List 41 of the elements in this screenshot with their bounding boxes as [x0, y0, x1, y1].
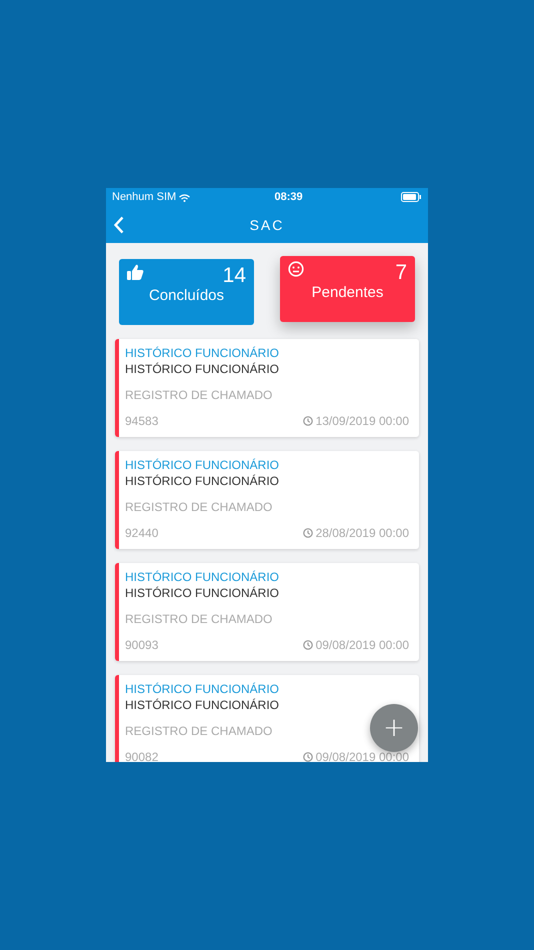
ticket-number: 90082	[125, 750, 158, 762]
summary-label: Concluídos	[148, 287, 224, 304]
wifi-icon	[179, 194, 190, 202]
face-icon	[288, 261, 304, 277]
ticket-date: 09/08/2019 00:00	[316, 638, 409, 652]
ticket-title: HISTÓRICO FUNCIONÁRIO	[125, 474, 280, 488]
ticket-category: HISTÓRICO FUNCIONÁRIO	[125, 570, 280, 584]
summary-card[interactable]: 7 Pendentes	[280, 256, 415, 322]
summary-card[interactable]: 14 Concluídos	[119, 259, 254, 325]
ticket-category: HISTÓRICO FUNCIONÁRIO	[125, 682, 280, 696]
ticket-title: HISTÓRICO FUNCIONÁRIO	[125, 586, 280, 600]
screen-title: SAC	[250, 216, 284, 232]
clock-icon	[302, 752, 313, 762]
ticket-number: 94583	[125, 414, 158, 428]
thumbs-up-icon	[127, 264, 144, 280]
count-label: 7	[395, 261, 407, 285]
ticket-type: REGISTRO DE CHAMADO	[125, 500, 272, 514]
battery-icon	[401, 192, 422, 202]
clock-time: 08:39	[274, 191, 303, 203]
summary-label: Pendentes	[312, 284, 384, 301]
clock-icon	[302, 640, 313, 650]
ticket-card[interactable]: HISTÓRICO FUNCIONÁRIO HISTÓRICO FUNCIONÁRIO REGISTRO DE CHAMADO 92440 28/08/2019 00:00	[115, 451, 419, 549]
ticket-title: HISTÓRICO FUNCIONÁRIO	[125, 698, 280, 712]
ticket-type: REGISTRO DE CHAMADO	[125, 388, 272, 402]
clock-icon	[302, 528, 313, 538]
ticket-date: 28/08/2019 00:00	[316, 526, 409, 540]
clock-icon	[302, 416, 313, 426]
back-button[interactable]	[112, 214, 126, 236]
ticket-type: REGISTRO DE CHAMADO	[125, 612, 272, 626]
ticket-card[interactable]: HISTÓRICO FUNCIONÁRIO HISTÓRICO FUNCIONÁRIO REGISTRO DE CHAMADO 90093 09/08/2019 00:00	[115, 563, 419, 661]
ticket-number: 90093	[125, 638, 158, 652]
ticket-category: HISTÓRICO FUNCIONÁRIO	[125, 346, 280, 360]
ticket-type: REGISTRO DE CHAMADO	[125, 724, 272, 738]
ticket-date: 09/08/2019 00:00	[316, 750, 409, 762]
ticket-title: HISTÓRICO FUNCIONÁRIO	[125, 362, 280, 376]
ticket-date: 13/09/2019 00:00	[316, 414, 409, 428]
ticket-number: 92440	[125, 526, 158, 540]
ticket-card[interactable]: HISTÓRICO FUNCIONÁRIO HISTÓRICO FUNCIONÁRIO REGISTRO DE CHAMADO 94583 13/09/2019 00:00	[115, 339, 419, 437]
count-label: 14	[222, 264, 246, 288]
ticket-category: HISTÓRICO FUNCIONÁRIO	[125, 458, 280, 472]
carrier-label: Nenhum SIM	[112, 191, 176, 203]
